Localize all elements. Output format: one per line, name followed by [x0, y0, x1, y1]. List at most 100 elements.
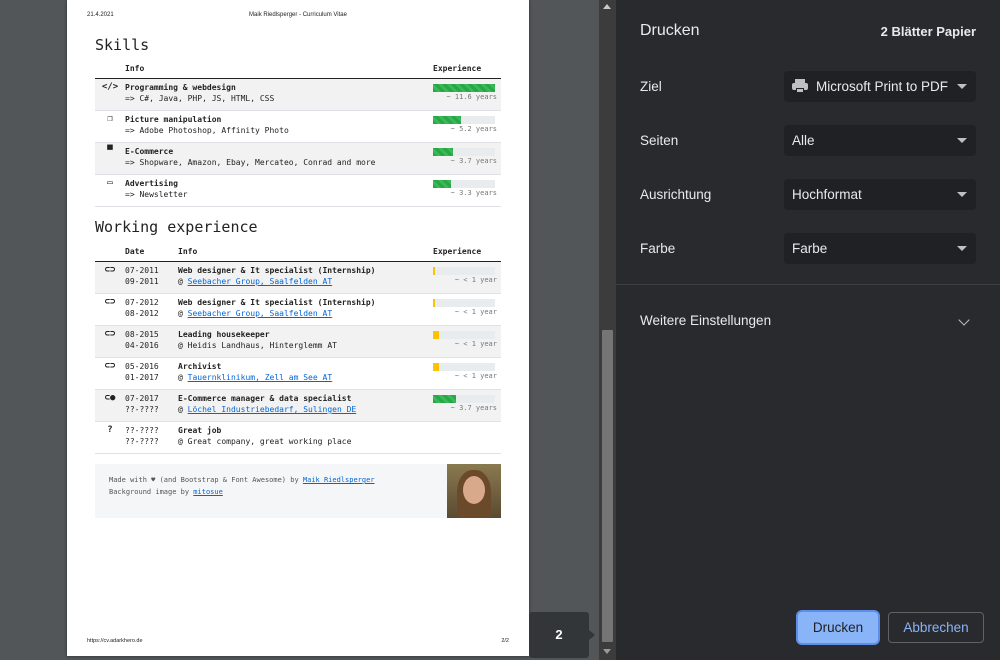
skill-title: Programming & webdesign [125, 83, 236, 92]
page-footer-number: 2/2 [501, 638, 509, 644]
skill-row: ▀ E-Commerce => Shopware, Amazon, Ebay, Me… [95, 142, 501, 175]
work-end-date: ??-???? [125, 405, 159, 414]
work-row: ? ??-???? ??-???? Great job @ Great company,… [95, 421, 501, 454]
caret-down-icon [957, 192, 967, 197]
work-place-link[interactable]: Seebacher Group, Saalfelden AT [188, 309, 333, 318]
ad-icon: ▭ [107, 178, 113, 188]
experience-bar-fill [433, 299, 436, 307]
work-place-line: @ Heidis Landhaus, Hinterglemm AT [178, 341, 337, 350]
skill-title: E-Commerce [125, 147, 174, 156]
preview-page: 21.4.2021 Maik Riedlsperger - Curriculum… [67, 0, 529, 656]
sheet-count: 2 Blätter Papier [880, 24, 976, 39]
skills-col-experience: Experience [433, 62, 501, 79]
experience-bar-fill [433, 116, 461, 124]
toggle-off-icon: ⊂⊃ [104, 361, 116, 371]
cancel-button[interactable]: Abbrechen [888, 612, 984, 643]
pages-label: Seiten [640, 133, 679, 148]
toggle-off-icon: ⊂⊃ [104, 297, 116, 307]
experience-label: ~ 11.6 years [446, 93, 497, 101]
author-link[interactable]: Maik Riedlsperger [303, 476, 375, 484]
work-place-line: @ Löchel Industriebedarf, Sulingen DE [178, 405, 357, 414]
toggle-on-icon: ⊂● [104, 393, 116, 403]
work-start-date: 07-2012 [125, 298, 159, 307]
scroll-up-arrow-icon[interactable] [603, 4, 611, 9]
color-select[interactable]: Farbe [784, 233, 976, 264]
experience-bar-fill [433, 180, 451, 188]
orientation-value: Hochformat [792, 187, 862, 202]
experience-bar-fill [433, 267, 436, 275]
code-icon: </> [101, 82, 119, 92]
experience-bar-fill [433, 363, 440, 371]
skills-table: Info Experience </> Programming & webdesi… [95, 62, 501, 207]
scroll-down-arrow-icon[interactable] [603, 649, 611, 654]
experience-bar [433, 267, 495, 275]
work-col-info: Info [178, 245, 433, 262]
caret-down-icon [957, 138, 967, 143]
experience-bar [433, 363, 495, 371]
pages-select[interactable]: Alle [784, 125, 976, 156]
author-photo [447, 464, 501, 518]
question-circle-icon: ? [107, 425, 113, 435]
work-end-date: 04-2016 [125, 341, 159, 350]
experience-bar-fill [433, 395, 456, 403]
images-icon: ❐ [107, 114, 113, 124]
work-col-experience: Experience [433, 245, 501, 262]
scroll-thumb[interactable] [602, 330, 613, 642]
destination-value: Microsoft Print to PDF [816, 79, 949, 94]
panel-divider [616, 284, 1000, 285]
skill-row: </> Programming & webdesign => C#, Java, P… [95, 78, 501, 111]
skills-col-info: Info [125, 62, 433, 79]
work-place: Heidis Landhaus, Hinterglemm AT [187, 341, 337, 350]
skill-title: Picture manipulation [125, 115, 222, 124]
skill-row: ❐ Picture manipulation => Adobe Photoshop,… [95, 110, 501, 143]
credits-box: Made with ♥ (and Bootstrap & Font Awesom… [95, 464, 501, 518]
print-button[interactable]: Drucken [798, 612, 878, 643]
color-label: Farbe [640, 241, 676, 256]
work-title: Web designer & It specialist (Internship… [178, 298, 376, 307]
skills-title: Skills [95, 36, 150, 54]
more-settings-toggle[interactable]: Weitere Einstellungen [640, 313, 771, 328]
work-place-link[interactable]: Tauernklinikum, Zell am See AT [188, 373, 333, 382]
experience-bar-fill [433, 84, 495, 92]
experience-bar [433, 395, 495, 403]
experience-label: ~ < 1 year [454, 372, 497, 380]
work-row: ⊂⊃ 05-2016 01-2017 Archivist @ Tauernkliniku… [95, 357, 501, 390]
work-place-link[interactable]: Löchel Industriebedarf, Sulingen DE [188, 405, 357, 414]
work-title: Leading housekeeper [178, 330, 270, 339]
skill-row: ▭ Advertising => Newsletter ~ 3.3 years [95, 174, 501, 207]
work-title: Web designer & It specialist (Internship… [178, 266, 376, 275]
work-start-date: 07-2017 [125, 394, 159, 403]
toggle-off-icon: ⊂⊃ [104, 329, 116, 339]
work-start-date: 05-2016 [125, 362, 159, 371]
skill-detail: => Shopware, Amazon, Ebay, Mercateo, Con… [125, 158, 376, 167]
experience-bar-fill [433, 331, 440, 339]
toggle-off-icon: ⊂⊃ [104, 265, 116, 275]
destination-label: Ziel [640, 79, 662, 94]
experience-label: ~ 3.7 years [450, 157, 497, 165]
work-title: E-Commerce manager & data specialist [178, 394, 352, 403]
print-settings-panel: Drucken 2 Blätter Papier Ziel Microsoft … [616, 0, 1000, 660]
experience-bar [433, 331, 495, 339]
work-place-line: @ Seebacher Group, Saalfelden AT [178, 277, 333, 286]
work-row: ⊂⊃ 08-2015 04-2016 Leading housekeeper @ Hei… [95, 325, 501, 358]
page-header-title: Maik Riedlsperger - Curriculum Vitae [249, 12, 347, 18]
caret-down-icon [957, 246, 967, 251]
caret-down-icon [957, 84, 967, 89]
orientation-select[interactable]: Hochformat [784, 179, 976, 210]
work-place-link[interactable]: Seebacher Group, Saalfelden AT [188, 277, 333, 286]
experience-bar [433, 116, 495, 124]
work-end-date: ??-???? [125, 437, 159, 446]
preview-scrollbar[interactable] [599, 0, 616, 660]
work-start-date: ??-???? [125, 426, 159, 435]
background-author-link[interactable]: mitosue [193, 488, 223, 496]
credits-line-1: Made with ♥ (and Bootstrap & Font Awesom… [109, 476, 375, 484]
destination-select[interactable]: Microsoft Print to PDF [784, 71, 976, 102]
skill-detail: => Adobe Photoshop, Affinity Photo [125, 126, 289, 135]
panel-title: Drucken [640, 22, 700, 39]
work-start-date: 08-2015 [125, 330, 159, 339]
work-row: ⊂● 07-2017 ??-???? E-Commerce manager & dat… [95, 389, 501, 422]
work-col-date: Date [125, 245, 178, 262]
experience-bar [433, 84, 495, 92]
chevron-down-icon[interactable] [958, 314, 970, 326]
work-title: Archivist [178, 362, 222, 371]
